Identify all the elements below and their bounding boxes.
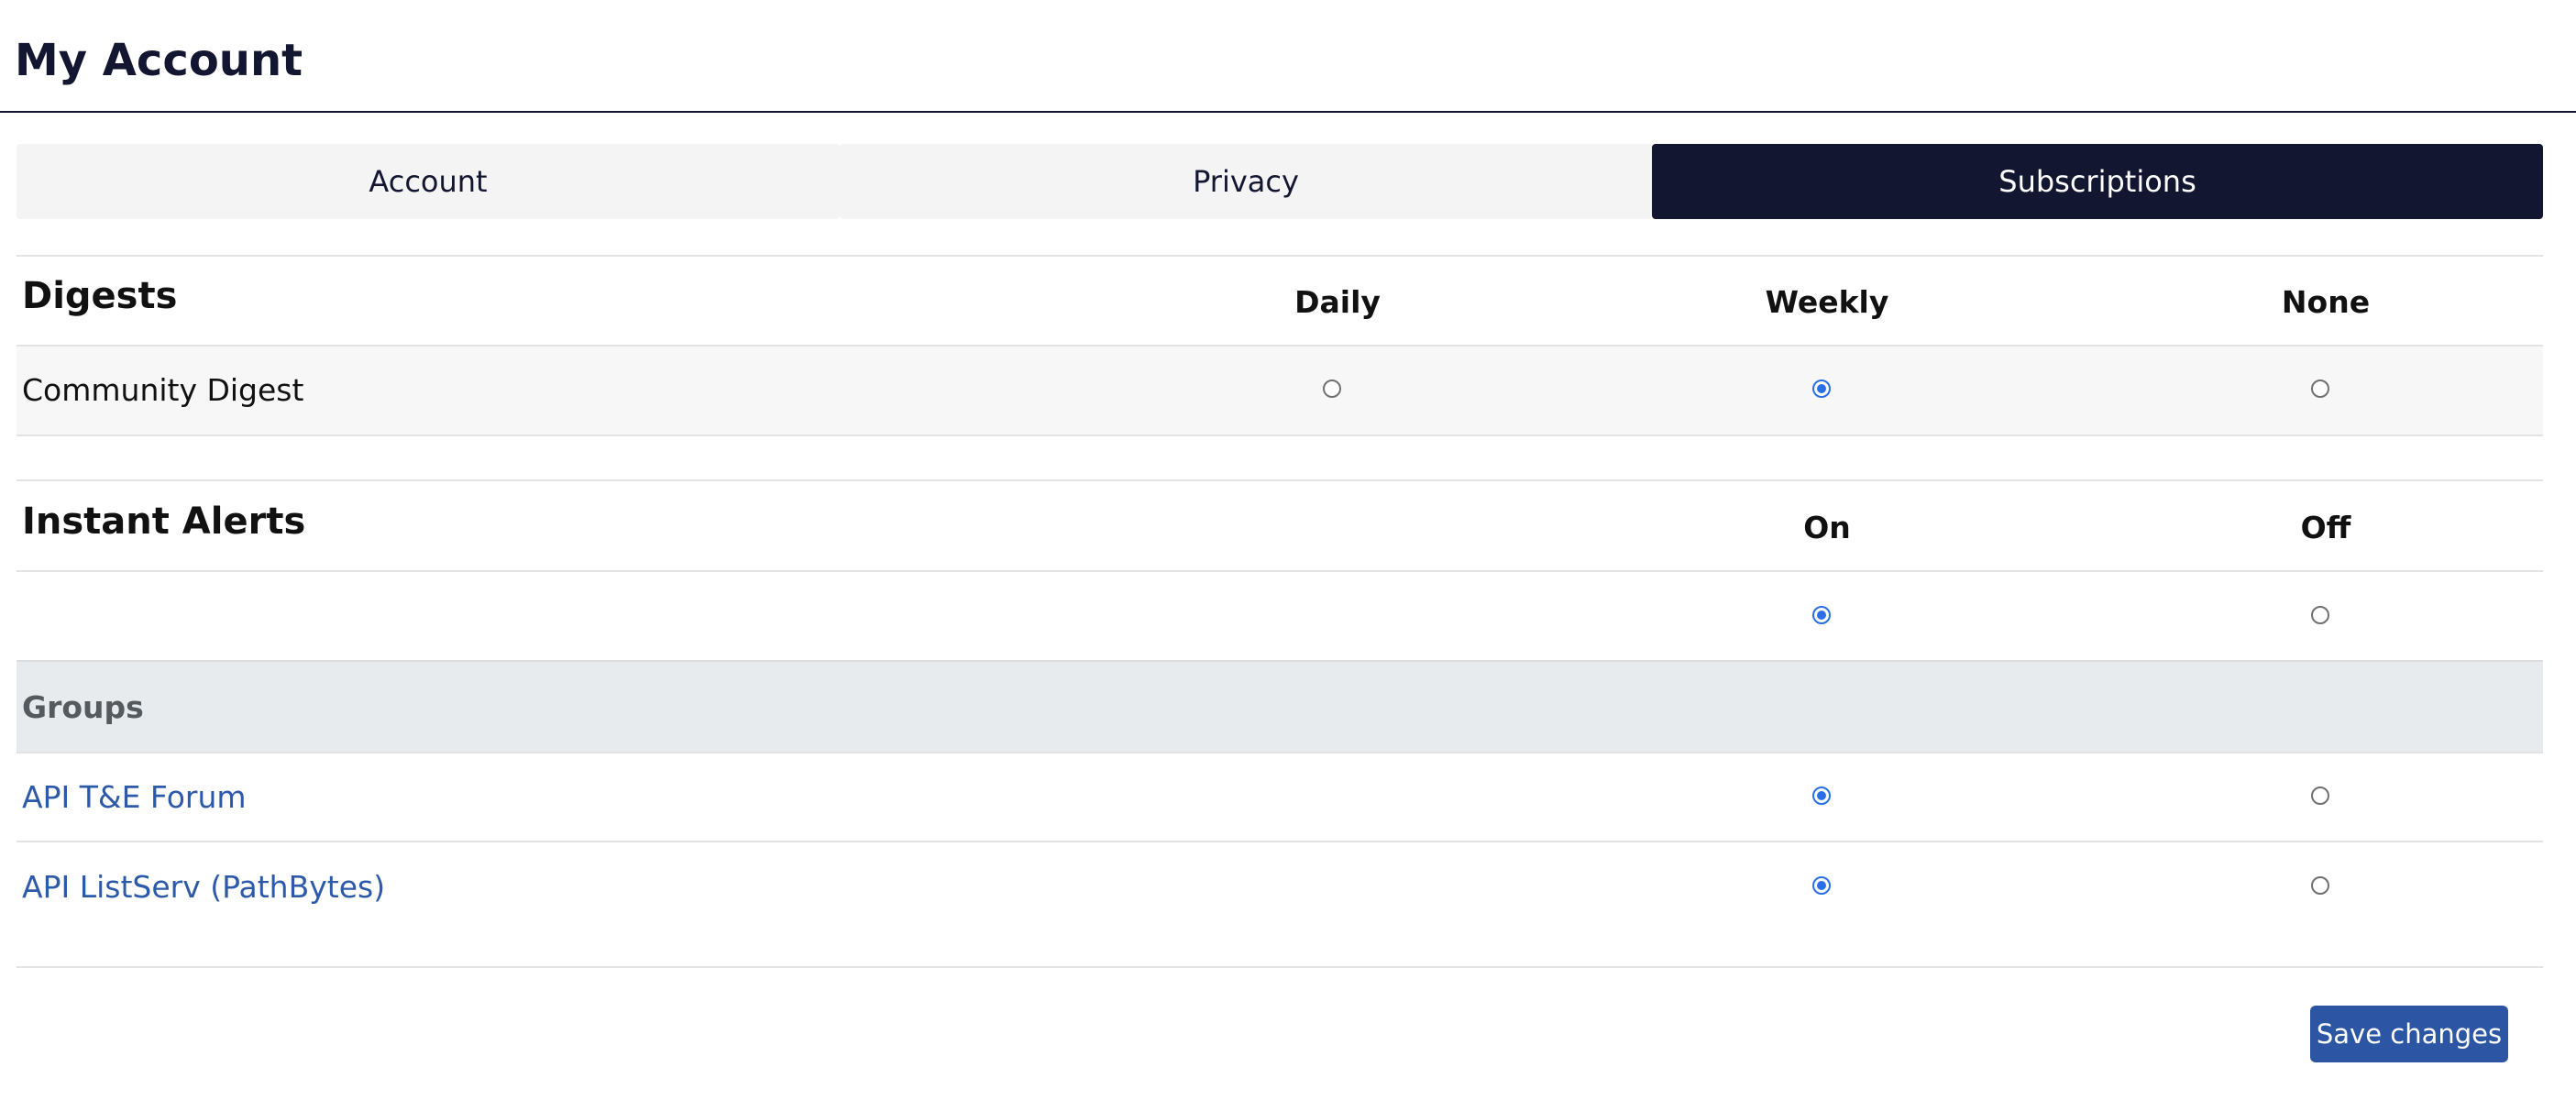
title-divider [0,111,2576,113]
community-digest-weekly-radio[interactable] [1812,380,1831,398]
api-listserv-off-radio[interactable] [2311,876,2329,895]
groups-header-row [17,660,2543,754]
save-changes-button[interactable]: Save changes [2310,1006,2508,1062]
groups-label: Groups [22,689,144,725]
community-digest-label: Community Digest [22,372,304,408]
divider [17,434,2543,436]
digests-heading: Digests [22,275,178,317]
instant-alerts-heading: Instant Alerts [22,500,306,543]
divider [17,841,2543,842]
column-off: Off [2300,510,2351,545]
api-te-forum-on-radio[interactable] [1812,786,1831,805]
column-on: On [1803,510,1851,545]
community-digest-daily-radio[interactable] [1323,380,1341,398]
group-link-api-te-forum[interactable]: API T&E Forum [22,779,247,815]
tab-subscriptions[interactable]: Subscriptions [1652,144,2543,219]
column-daily: Daily [1294,284,1381,320]
divider [17,255,2543,257]
divider [17,479,2543,481]
divider [17,570,2543,572]
table-row-community-digest [17,346,2543,434]
tab-account[interactable]: Account [17,144,840,219]
page-title: My Account [15,35,303,86]
column-weekly: Weekly [1765,284,1889,320]
divider [17,752,2543,754]
my-account-page: My Account Account Privacy Subscriptions… [0,0,2576,1100]
api-listserv-on-radio[interactable] [1812,876,1831,895]
instant-alerts-off-radio[interactable] [2311,606,2329,624]
community-digest-none-radio[interactable] [2311,380,2329,398]
divider [17,966,2543,968]
column-none: None [2281,284,2371,320]
instant-alerts-on-radio[interactable] [1812,606,1831,624]
account-tabs: Account Privacy Subscriptions [17,144,2543,219]
api-te-forum-off-radio[interactable] [2311,786,2329,805]
group-link-api-listserv[interactable]: API ListServ (PathBytes) [22,869,385,905]
tab-privacy[interactable]: Privacy [840,144,1652,219]
